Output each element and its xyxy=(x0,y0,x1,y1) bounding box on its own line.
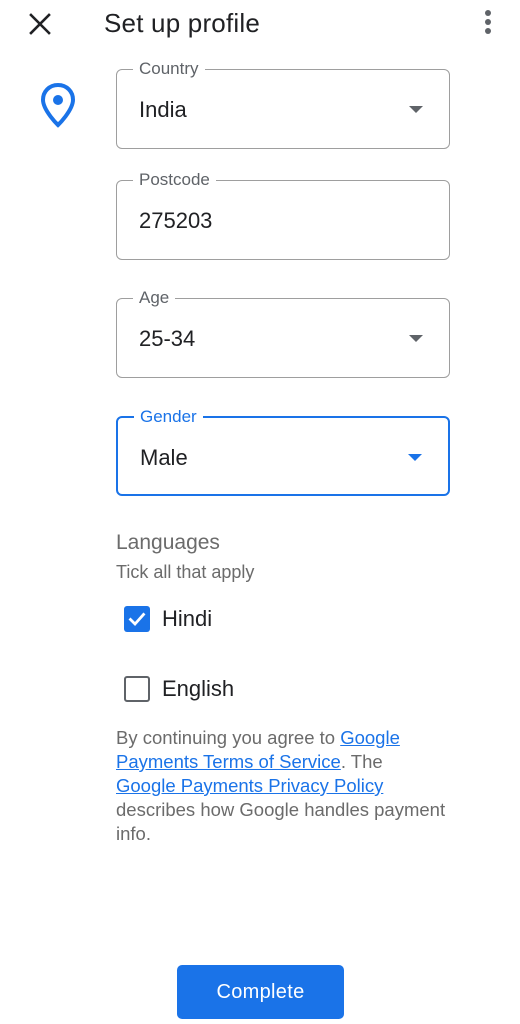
dropdown-arrow-icon xyxy=(409,106,423,113)
page-title: Set up profile xyxy=(104,8,261,38)
check-icon xyxy=(128,612,146,627)
gender-value: Male xyxy=(140,445,188,470)
legal-notice: By continuing you agree to Google Paymen… xyxy=(116,726,446,846)
postcode-label: Postcode xyxy=(133,170,216,190)
country-label: Country xyxy=(133,59,205,79)
app-bar: Set up profile xyxy=(0,0,520,48)
dropdown-arrow-icon xyxy=(408,454,422,461)
languages-heading: Languages xyxy=(116,531,220,554)
gender-label: Gender xyxy=(134,407,203,427)
more-vert-icon xyxy=(485,10,491,34)
close-button[interactable] xyxy=(22,6,58,42)
checkbox-unchecked[interactable] xyxy=(124,676,150,702)
privacy-policy-link[interactable]: Google Payments Privacy Policy xyxy=(116,775,383,796)
postcode-field[interactable]: Postcode 275203 xyxy=(116,170,450,260)
legal-prefix: By continuing you agree to xyxy=(116,727,341,748)
gender-dropdown[interactable]: Gender Male xyxy=(116,407,450,496)
age-dropdown[interactable]: Age 25-34 xyxy=(116,288,450,378)
more-options-button[interactable] xyxy=(472,4,504,40)
language-label: English xyxy=(162,676,235,701)
language-label: Hindi xyxy=(162,606,213,631)
country-value: India xyxy=(139,97,187,122)
location-pin-icon xyxy=(40,82,76,128)
legal-middle: . The xyxy=(340,751,383,772)
country-dropdown[interactable]: Country India xyxy=(116,59,450,149)
languages-subheading: Tick all that apply xyxy=(116,562,255,582)
postcode-value: 275203 xyxy=(139,208,213,233)
close-icon xyxy=(29,13,51,35)
checkbox-checked[interactable] xyxy=(124,606,150,632)
language-option-english[interactable]: English xyxy=(124,674,234,704)
language-option-hindi[interactable]: Hindi xyxy=(124,604,212,634)
dropdown-arrow-icon xyxy=(409,335,423,342)
legal-suffix: describes how Google handles payment inf… xyxy=(116,799,446,844)
age-label: Age xyxy=(133,288,176,308)
complete-button[interactable]: Complete xyxy=(177,965,344,1019)
age-value: 25-34 xyxy=(139,326,196,351)
